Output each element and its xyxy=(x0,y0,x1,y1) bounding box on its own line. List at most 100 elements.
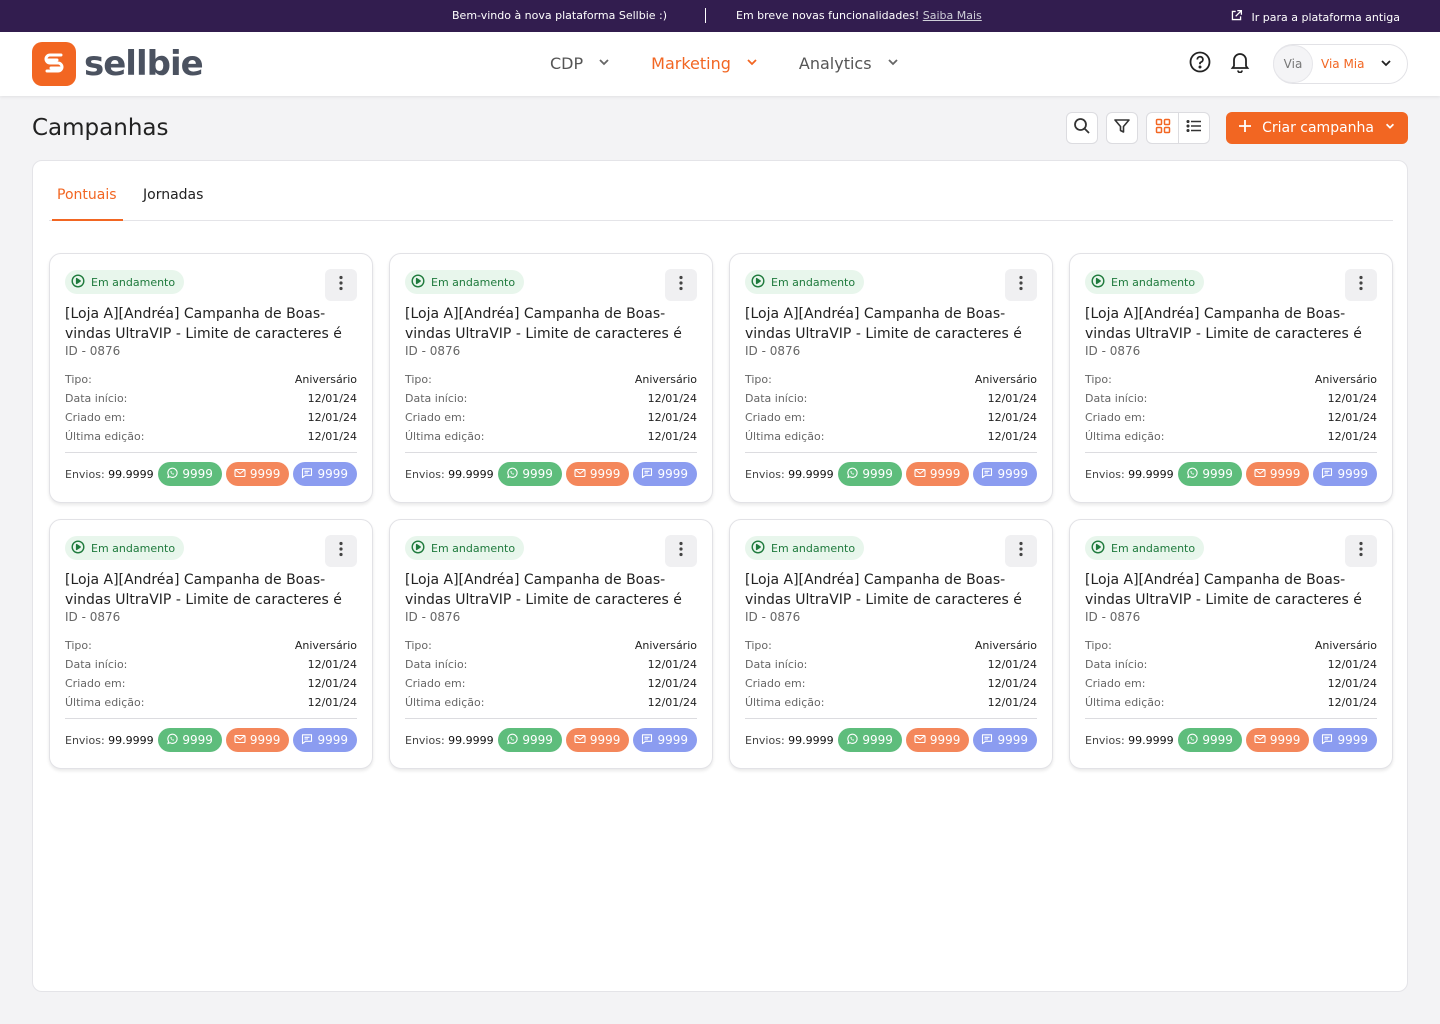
grid-view-button[interactable] xyxy=(1147,113,1178,143)
campaign-card[interactable]: Em andamento [Loja A][Andréa] Campanha d… xyxy=(729,253,1053,503)
campaign-id: ID - 0876 xyxy=(745,344,801,358)
detail-label: Data início: xyxy=(65,658,128,671)
detail-value: 12/01/24 xyxy=(307,658,357,671)
envios-label: Envios: xyxy=(1085,467,1125,481)
tab-pontuais[interactable]: Pontuais xyxy=(57,187,117,203)
status-badge: Em andamento xyxy=(745,536,865,560)
active-tab-indicator xyxy=(52,219,123,221)
more-vertical-icon xyxy=(1359,541,1363,561)
detail-label: Criado em: xyxy=(65,411,126,424)
mail-icon xyxy=(1254,467,1266,482)
detail-row-data-inicio: Data início: 12/01/24 xyxy=(745,655,1037,674)
more-vertical-icon xyxy=(1019,541,1023,561)
sms-count-badge: 9999 xyxy=(1313,462,1377,486)
create-campaign-label: Criar campanha xyxy=(1262,120,1374,136)
card-menu-button[interactable] xyxy=(1005,535,1037,567)
chevron-down-icon xyxy=(1384,120,1396,136)
detail-value: 12/01/24 xyxy=(647,658,697,671)
campaign-title: [Loja A][Andréa] Campanha de Boas-vindas… xyxy=(1085,306,1362,342)
detail-row-ultima-edicao: Última edição: 12/01/24 xyxy=(405,693,697,712)
nav-item-analytics[interactable]: Analytics xyxy=(799,54,900,73)
campaign-id: ID - 0876 xyxy=(65,610,121,624)
detail-row-ultima-edicao: Última edição: 12/01/24 xyxy=(65,693,357,712)
whatsapp-count-badge: 9999 xyxy=(498,462,562,486)
card-menu-button[interactable] xyxy=(1345,269,1377,301)
campaign-details: Tipo: Aniversário Data início: 12/01/24 … xyxy=(745,370,1037,453)
detail-row-ultima-edicao: Última edição: 12/01/24 xyxy=(1085,693,1377,712)
detail-label: Criado em: xyxy=(1085,411,1146,424)
detail-label: Última edição: xyxy=(1085,696,1165,709)
detail-value: 12/01/24 xyxy=(1327,411,1377,424)
mail-icon xyxy=(914,467,926,482)
news-text: Em breve novas funcionalidades! xyxy=(736,9,920,22)
campaign-card[interactable]: Em andamento [Loja A][Andréa] Campanha d… xyxy=(1069,253,1393,503)
email-count: 9999 xyxy=(1269,733,1301,747)
search-button[interactable] xyxy=(1066,112,1099,144)
campaign-card[interactable]: Em andamento [Loja A][Andréa] Campanha d… xyxy=(389,519,713,769)
sellbie-logo[interactable]: sellbie xyxy=(32,42,204,86)
detail-row-ultima-edicao: Última edição: 12/01/24 xyxy=(745,693,1037,712)
old-platform-link[interactable]: Ir para a plataforma antiga xyxy=(1230,9,1400,25)
detail-value: 12/01/24 xyxy=(1327,658,1377,671)
status-label: Em andamento xyxy=(771,275,856,289)
notifications-button[interactable] xyxy=(1227,51,1253,77)
saiba-mais-link[interactable]: Saiba Mais xyxy=(923,9,982,22)
detail-label: Tipo: xyxy=(745,373,772,386)
campaign-title: [Loja A][Andréa] Campanha de Boas-vindas… xyxy=(65,306,342,342)
mail-icon xyxy=(234,467,246,482)
filter-icon xyxy=(1113,117,1131,139)
detail-label: Última edição: xyxy=(65,430,145,443)
nav-item-cdp[interactable]: CDP xyxy=(550,54,611,73)
envios-value: 99.9999 xyxy=(448,733,494,747)
help-button[interactable] xyxy=(1187,51,1213,77)
chevron-down-icon xyxy=(886,54,900,73)
whatsapp-count: 9999 xyxy=(1202,733,1233,747)
detail-row-tipo: Tipo: Aniversário xyxy=(405,636,697,655)
detail-value: Aniversário xyxy=(974,639,1037,652)
create-campaign-button[interactable]: Criar campanha xyxy=(1226,112,1408,144)
detail-row-data-inicio: Data início: 12/01/24 xyxy=(405,655,697,674)
card-menu-button[interactable] xyxy=(325,269,357,301)
card-menu-button[interactable] xyxy=(665,269,697,301)
list-view-button[interactable] xyxy=(1178,113,1209,143)
detail-row-ultima-edicao: Última edição: 12/01/24 xyxy=(65,427,357,446)
status-badge: Em andamento xyxy=(1085,536,1205,560)
campaign-title: [Loja A][Andréa] Campanha de Boas-vindas… xyxy=(405,572,682,608)
campaign-card[interactable]: Em andamento [Loja A][Andréa] Campanha d… xyxy=(729,519,1053,769)
campaign-card[interactable]: Em andamento [Loja A][Andréa] Campanha d… xyxy=(49,519,373,769)
more-vertical-icon xyxy=(1019,275,1023,295)
user-menu[interactable]: Via Via Mia xyxy=(1273,44,1408,84)
detail-value: 12/01/24 xyxy=(307,677,357,690)
status-label: Em andamento xyxy=(1111,541,1196,555)
card-menu-button[interactable] xyxy=(1005,269,1037,301)
help-icon xyxy=(1189,51,1211,77)
card-menu-button[interactable] xyxy=(665,535,697,567)
envios-value: 99.9999 xyxy=(788,733,834,747)
campaign-card[interactable]: Em andamento [Loja A][Andréa] Campanha d… xyxy=(1069,519,1393,769)
detail-row-tipo: Tipo: Aniversário xyxy=(65,636,357,655)
campaign-card[interactable]: Em andamento [Loja A][Andréa] Campanha d… xyxy=(49,253,373,503)
status-label: Em andamento xyxy=(431,541,516,555)
filter-button[interactable] xyxy=(1106,112,1139,144)
card-menu-button[interactable] xyxy=(325,535,357,567)
status-label: Em andamento xyxy=(91,275,176,289)
mail-icon xyxy=(574,467,586,482)
envios-label: Envios: xyxy=(405,467,445,481)
play-circle-icon xyxy=(1091,539,1105,557)
envios: Envios: 99.9999 xyxy=(1085,468,1174,481)
mail-icon xyxy=(1254,733,1266,748)
detail-value: 12/01/24 xyxy=(987,430,1037,443)
nav-item-marketing[interactable]: Marketing xyxy=(651,54,759,73)
campaign-details: Tipo: Aniversário Data início: 12/01/24 … xyxy=(65,636,357,719)
user-name: Via Mia xyxy=(1321,57,1365,71)
detail-value: 12/01/24 xyxy=(307,392,357,405)
sms-count-badge: 9999 xyxy=(633,462,697,486)
more-vertical-icon xyxy=(1359,275,1363,295)
detail-row-data-inicio: Data início: 12/01/24 xyxy=(745,389,1037,408)
detail-label: Data início: xyxy=(65,392,128,405)
campaign-id: ID - 0876 xyxy=(1085,610,1141,624)
campaign-card[interactable]: Em andamento [Loja A][Andréa] Campanha d… xyxy=(389,253,713,503)
card-menu-button[interactable] xyxy=(1345,535,1377,567)
sellbie-logo-icon xyxy=(32,42,76,86)
tab-jornadas[interactable]: Jornadas xyxy=(143,187,203,203)
